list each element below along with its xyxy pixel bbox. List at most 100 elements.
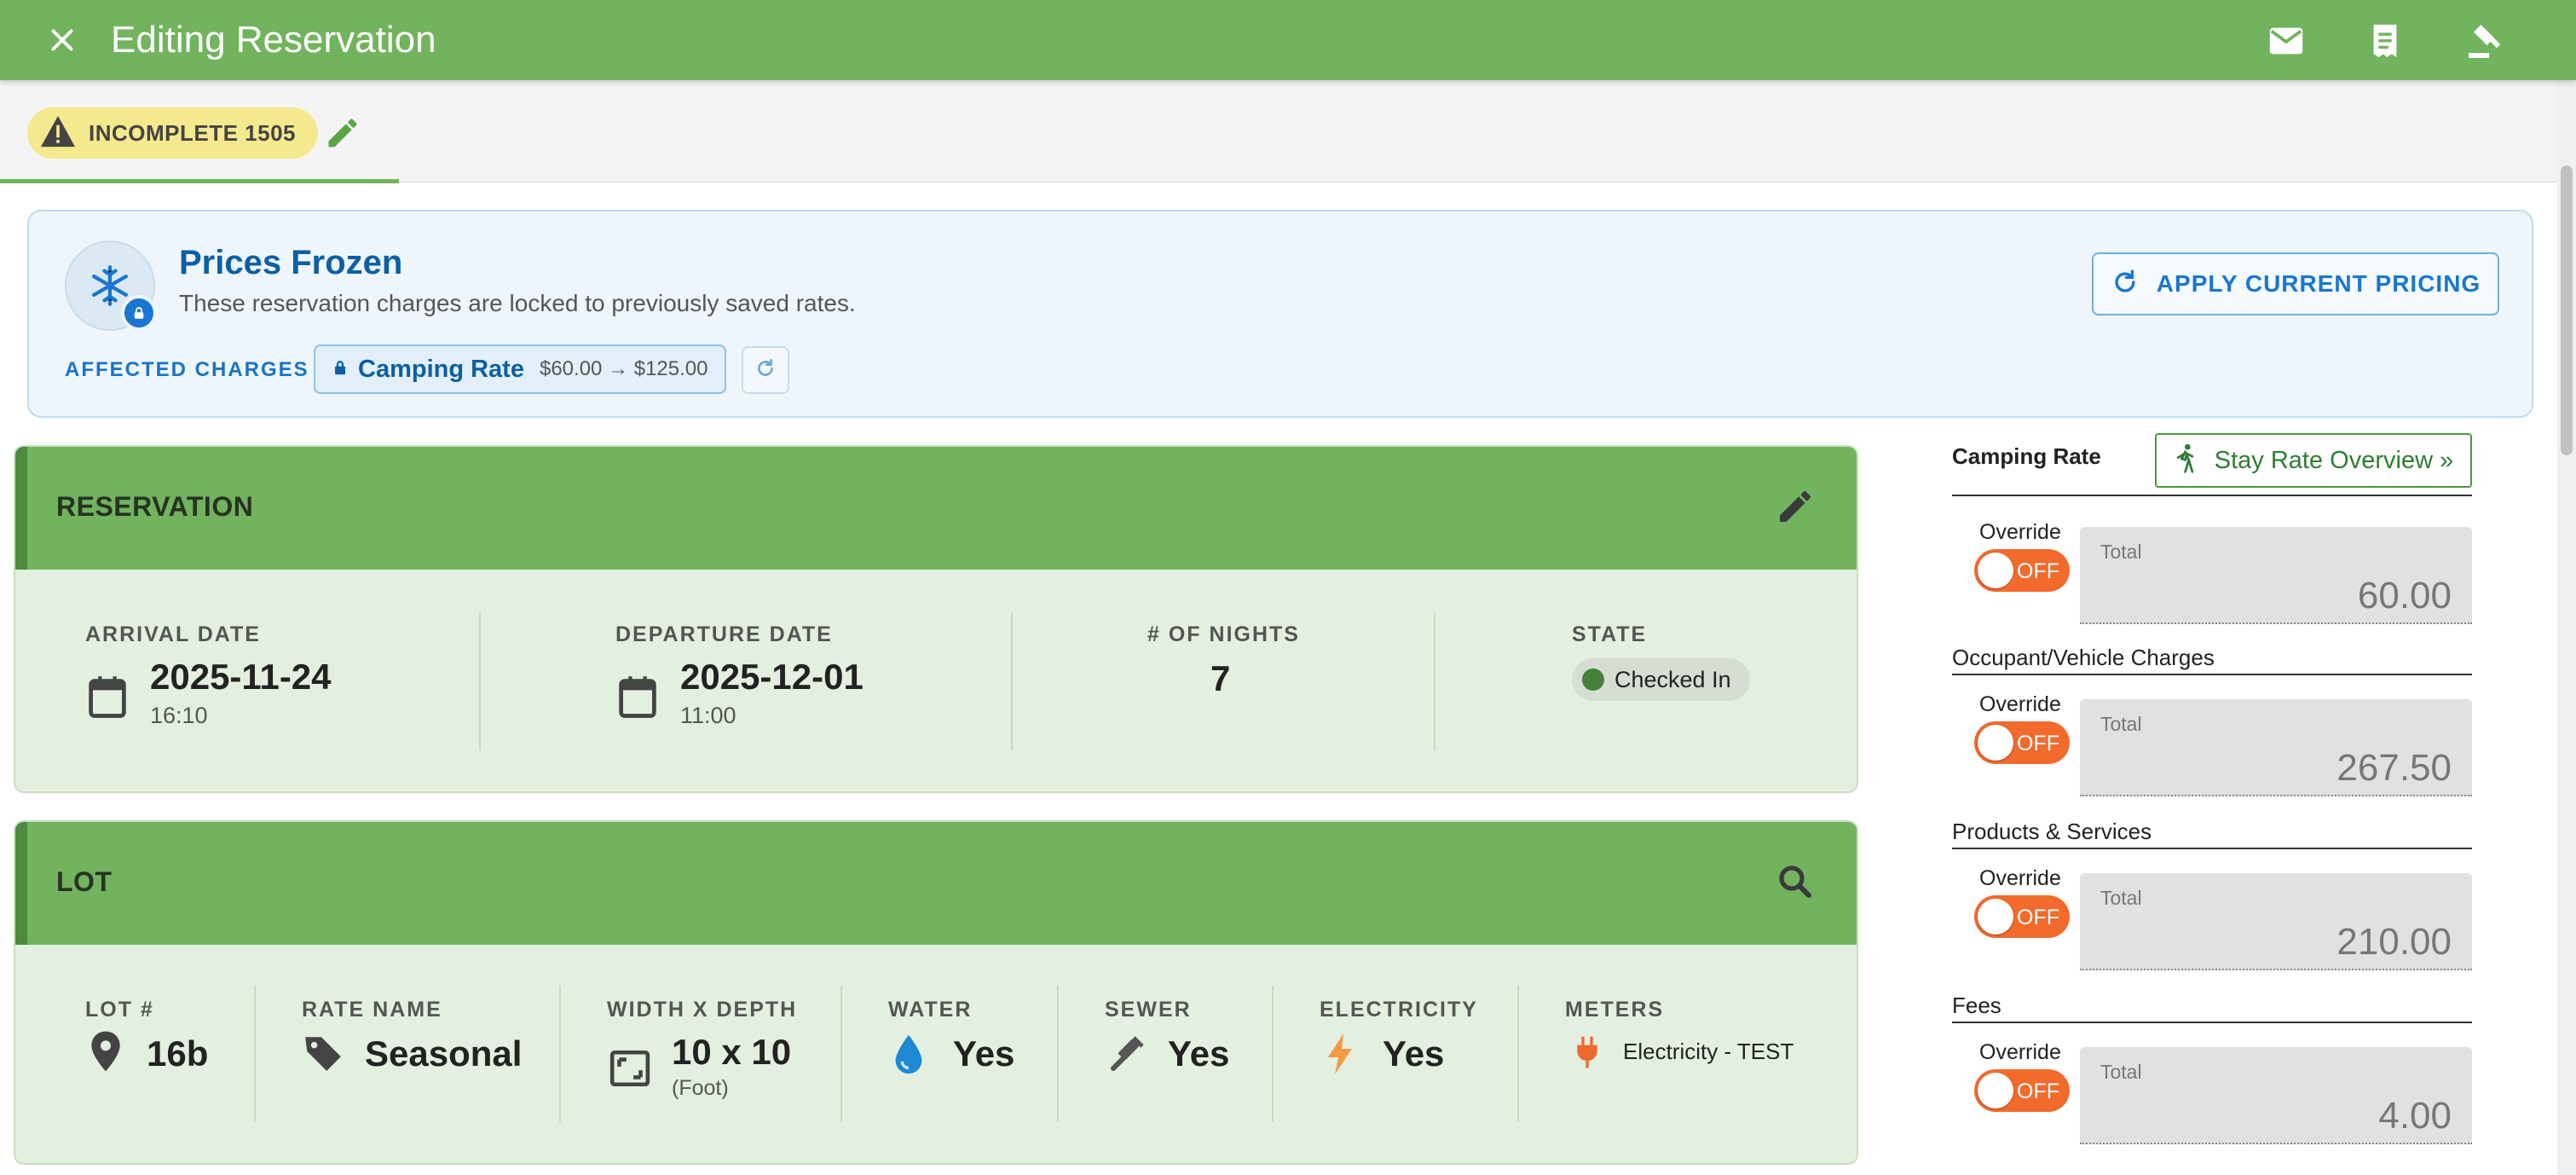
divider: [1434, 612, 1435, 750]
affected-charge-chip[interactable]: Camping Rate $60.00 → $125.00: [314, 344, 727, 394]
size-value-col: 10 x 10 (Foot): [672, 1032, 791, 1101]
toggle-label: OFF: [2017, 1079, 2059, 1103]
divider: [559, 986, 561, 1122]
divider: [479, 612, 481, 750]
edit-status-icon[interactable]: [324, 114, 367, 157]
calendar-icon: [615, 674, 660, 726]
reservation-title: RESERVATION: [56, 491, 254, 522]
override-toggle-products[interactable]: OFF: [1974, 895, 2070, 938]
search-icon[interactable]: [1775, 861, 1819, 906]
occupant-total-value: 267.50: [2336, 747, 2452, 789]
arrival-label-col: ARRIVAL DATE: [85, 622, 261, 647]
occupant-vehicle-title: Occupant/Vehicle Charges: [1952, 645, 2215, 670]
affected-charges-label: AFFECTED CHARGES: [65, 358, 309, 381]
refresh-icon: [754, 357, 777, 384]
lot-label-col: LOT #: [85, 998, 154, 1022]
toggle-label: OFF: [2017, 906, 2059, 929]
app-bar: Editing Reservation: [0, 0, 2576, 80]
electricity-label: ELECTRICITY: [1320, 998, 1478, 1022]
size-label: WIDTH X DEPTH: [607, 998, 798, 1022]
status-bar: INCOMPLETE 1505: [0, 80, 2557, 183]
calendar-icon: [85, 674, 130, 726]
lot-header: LOT: [15, 822, 1857, 945]
close-icon[interactable]: [41, 19, 84, 61]
state-label: STATE: [1572, 622, 1648, 646]
refresh-charge-button[interactable]: [742, 346, 789, 394]
section-divider: [1952, 848, 2472, 849]
gavel-icon[interactable]: [2460, 17, 2508, 65]
override-label: Override: [1979, 692, 2061, 716]
arrival-date: 2025-11-24: [150, 657, 332, 697]
nights-value: 7: [1210, 658, 1231, 698]
total-caption: Total: [2100, 1061, 2142, 1083]
override-toggle-occupant[interactable]: OFF: [1974, 721, 2070, 764]
fees-total-value: 4.00: [2378, 1095, 2452, 1137]
camping-rate-title: Camping Rate: [1952, 443, 2101, 469]
total-caption: Total: [2100, 887, 2142, 909]
scrollbar[interactable]: [2557, 80, 2576, 1175]
charge-range: $60.00 → $125.00: [539, 357, 708, 380]
departure-date: 2025-12-01: [680, 657, 863, 697]
tab-indicator: [0, 179, 399, 183]
toggle-knob: [1978, 553, 2013, 588]
edit-reservation-icon[interactable]: [1775, 486, 1819, 530]
size-unit: (Foot): [672, 1076, 729, 1100]
departure-time: 11:00: [680, 703, 736, 728]
camping-total-field[interactable]: Total 60.00: [2080, 527, 2472, 624]
toggle-label: OFF: [2017, 732, 2059, 755]
lot-value: 16b: [147, 1033, 209, 1074]
arrival-label: ARRIVAL DATE: [85, 622, 261, 646]
sewer-value-col: Yes: [1168, 1033, 1229, 1074]
camping-total-value: 60.00: [2357, 575, 2452, 616]
override-toggle-camping[interactable]: OFF: [1974, 549, 2070, 592]
reservation-card: RESERVATION ARRIVAL DATE 2025-11-24 16:1…: [14, 445, 1858, 793]
lock-icon: [332, 359, 348, 380]
status-badge[interactable]: INCOMPLETE 1505: [27, 107, 319, 159]
meters-label-col: METERS: [1565, 998, 1664, 1022]
state-dot: [1582, 669, 1604, 691]
rate-label: RATE NAME: [302, 998, 442, 1022]
email-icon[interactable]: [2262, 17, 2310, 65]
size-value: 10 x 10: [672, 1032, 792, 1072]
total-caption: Total: [2100, 541, 2142, 563]
departure-label-col: DEPARTURE DATE: [615, 622, 833, 647]
products-services-title: Products & Services: [1952, 819, 2152, 844]
fees-total-field[interactable]: Total 4.00: [2080, 1047, 2472, 1144]
stay-rate-overview-button[interactable]: Stay Rate Overview »: [2155, 433, 2472, 488]
lot-card: LOT LOT # 16b RATE NAME Seasonal WIDTH X…: [14, 820, 1858, 1165]
frozen-title: Prices Frozen: [179, 244, 403, 281]
scrollbar-thumb[interactable]: [2561, 165, 2573, 455]
products-total-field[interactable]: Total 210.00: [2080, 873, 2472, 970]
water-label-col: WATER: [888, 998, 972, 1022]
water-label: WATER: [888, 998, 973, 1022]
divider: [1517, 986, 1519, 1122]
rate-value: Seasonal: [365, 1033, 523, 1074]
toggle-knob: [1978, 725, 2013, 761]
nights-label-col: # OF NIGHTS: [1147, 622, 1300, 647]
reservation-header: RESERVATION: [15, 447, 1857, 570]
override-toggle-fees[interactable]: OFF: [1974, 1069, 2070, 1112]
override-label: Override: [1979, 866, 2061, 890]
rate-label-col: RATE NAME: [302, 998, 442, 1022]
rate-value-col: Seasonal: [365, 1033, 522, 1074]
meters-value: Electricity - TEST: [1623, 1039, 1794, 1064]
divider: [254, 986, 256, 1122]
electricity-value: Yes: [1383, 1033, 1445, 1074]
apply-current-pricing-button[interactable]: APPLY CURRENT PRICING: [2092, 252, 2499, 315]
sewer-label-col: SEWER: [1105, 998, 1192, 1022]
walking-person-icon: [2174, 443, 2199, 478]
water-value-col: Yes: [953, 1033, 1014, 1074]
section-divider: [1952, 1022, 2472, 1023]
frozen-subtitle: These reservation charges are locked to …: [179, 290, 856, 316]
moon-icon: [1147, 660, 1188, 709]
fees-title: Fees: [1952, 993, 2001, 1018]
meters-label: METERS: [1565, 998, 1665, 1022]
nights-label: # OF NIGHTS: [1147, 622, 1300, 646]
receipt-icon[interactable]: [2361, 17, 2409, 65]
stay-rate-label: Stay Rate Overview »: [2214, 446, 2454, 474]
state-value: Checked In: [1614, 666, 1731, 692]
state-chip[interactable]: Checked In: [1572, 658, 1750, 701]
occupant-total-field[interactable]: Total 267.50: [2080, 699, 2472, 796]
tag-icon: [302, 1032, 344, 1079]
lot-label: LOT #: [85, 998, 154, 1022]
